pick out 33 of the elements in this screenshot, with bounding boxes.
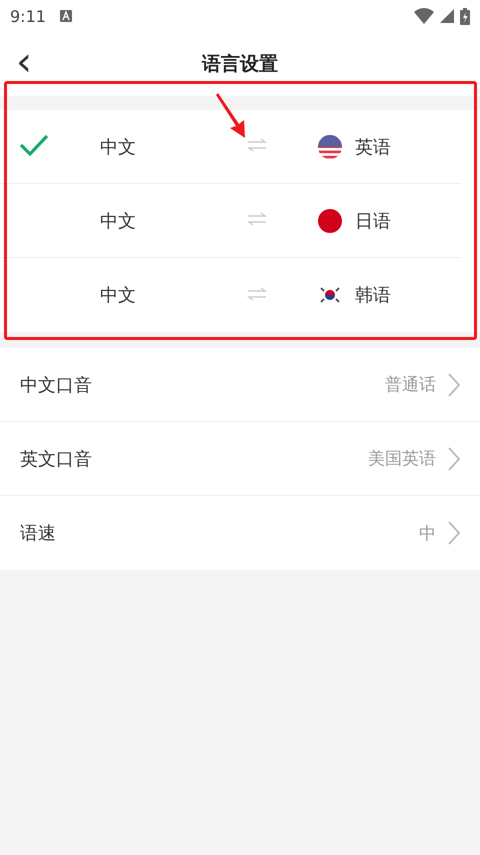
setting-label: 英文口音 — [20, 448, 92, 470]
notification-icon — [60, 10, 72, 22]
back-button[interactable]: ‹ — [10, 42, 38, 82]
language-pair-item[interactable]: 中文 韩语 — [0, 258, 461, 332]
setting-label: 中文口音 — [20, 374, 92, 396]
swap-icon — [247, 212, 267, 226]
status-time: 9:11 — [10, 6, 46, 26]
chevron-right-icon — [448, 372, 460, 396]
wifi-icon — [414, 8, 434, 24]
page-title: 语言设置 — [202, 52, 278, 77]
swap-icon — [247, 286, 267, 300]
setting-row[interactable]: 语速 中 — [0, 496, 480, 570]
chevron-right-icon — [448, 446, 460, 470]
setting-row[interactable]: 英文口音 美国英语 — [0, 422, 480, 496]
source-language: 中文 — [100, 136, 136, 158]
target-language: 英语 — [355, 136, 391, 158]
setting-value: 美国英语 — [368, 448, 436, 470]
flag-icon — [318, 134, 342, 158]
setting-value: 普通话 — [385, 374, 436, 396]
swap-icon — [247, 138, 267, 152]
language-pair-item[interactable]: 中文 日语 — [0, 184, 461, 258]
signal-icon — [440, 9, 454, 23]
battery-icon — [460, 8, 470, 24]
setting-row[interactable]: 中文口音 普通话 — [0, 348, 480, 422]
source-language: 中文 — [100, 210, 136, 232]
source-language: 中文 — [100, 284, 136, 307]
flag-icon — [318, 208, 342, 232]
chevron-right-icon — [448, 521, 460, 545]
setting-value: 中 — [419, 522, 436, 544]
checkmark-icon — [19, 132, 49, 156]
target-language: 韩语 — [355, 284, 391, 307]
setting-label: 语速 — [20, 522, 56, 545]
target-language: 日语 — [355, 210, 391, 232]
